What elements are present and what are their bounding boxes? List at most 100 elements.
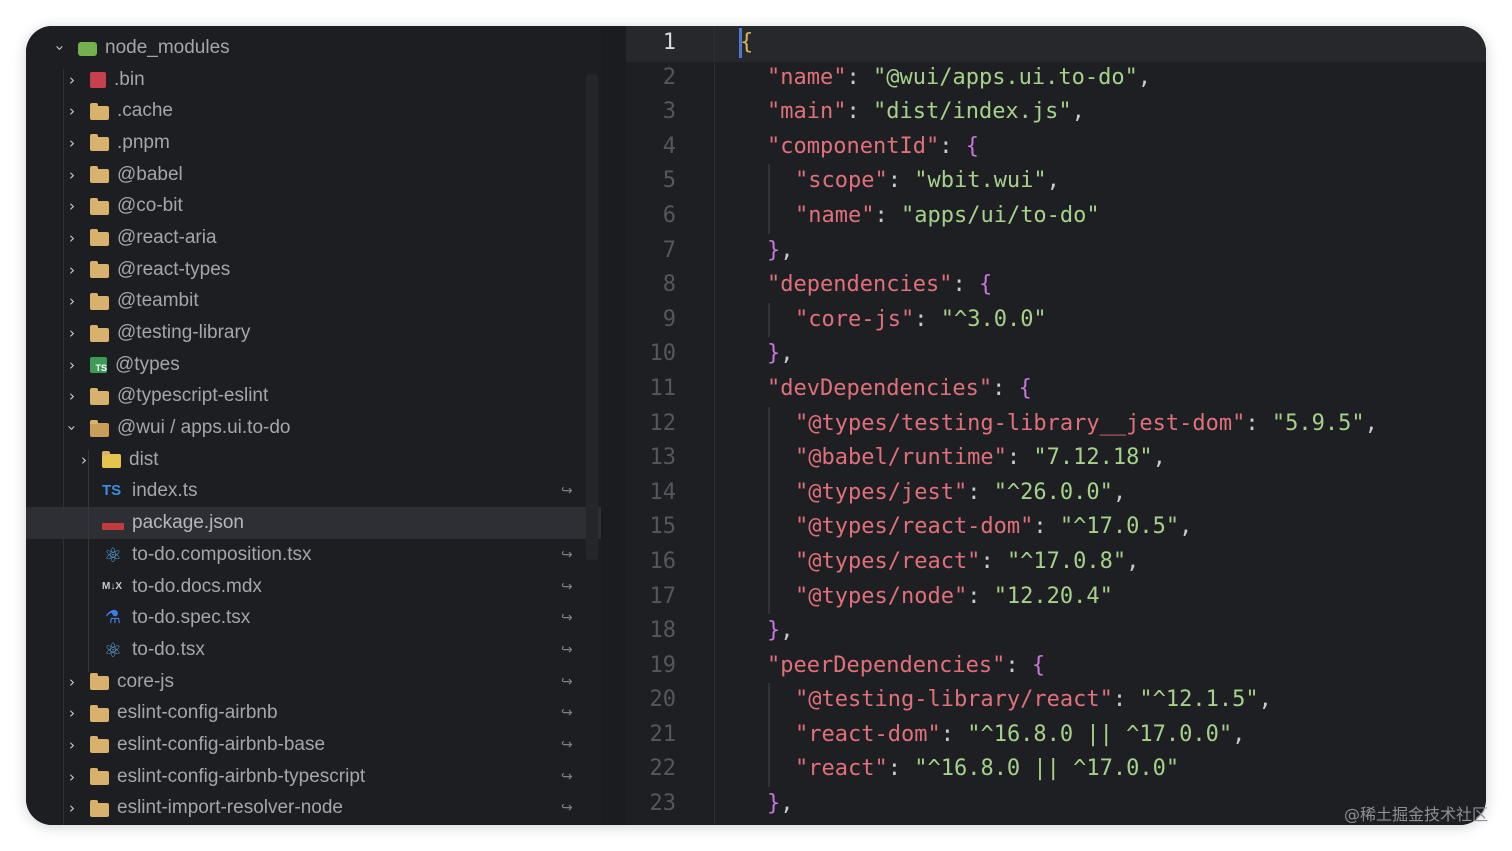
code-line[interactable]: 19 "peerDependencies": { xyxy=(626,649,1486,684)
code-line[interactable]: 12 "@types/testing-library__jest-dom": "5… xyxy=(626,406,1486,442)
tree-item[interactable]: TS index.ts ↪ xyxy=(26,476,601,508)
line-number: 3 xyxy=(662,99,676,125)
code-line[interactable]: 1{ xyxy=(626,26,1486,61)
indent-guide xyxy=(768,683,770,718)
line-number: 8 xyxy=(662,272,676,298)
npm-file-icon xyxy=(102,522,124,530)
code-line[interactable]: 7}, xyxy=(626,234,1486,269)
code-editor[interactable]: 1{2 "name": "@wui/apps.ui.to-do", 3 "main":… xyxy=(626,26,1486,825)
code-area[interactable]: 1{2 "name": "@wui/apps.ui.to-do", 3 "main":… xyxy=(626,26,1486,822)
line-number: 19 xyxy=(649,652,677,678)
code-line[interactable]: 22 "react": "^16.8.0 || ^17.0.0" xyxy=(626,752,1486,788)
explorer-scrollbar[interactable] xyxy=(586,74,598,560)
tree-item[interactable]: › dist xyxy=(26,444,601,476)
tree-item[interactable]: › node_modules xyxy=(26,32,601,64)
chevron-right-icon[interactable]: › xyxy=(64,166,80,184)
tree-item[interactable]: › eslint-config-airbnb-base ↪ xyxy=(26,729,601,761)
tree-item[interactable]: › eslint-import-resolver-node ↪ xyxy=(26,793,601,825)
tree-item[interactable]: M↓X to-do.docs.mdx ↪ xyxy=(26,571,601,603)
chevron-right-icon[interactable]: › xyxy=(64,799,80,817)
code-text: "main": "dist/index.js", xyxy=(767,95,1085,130)
code-line[interactable]: 11 "devDependencies": { xyxy=(626,372,1486,407)
code-token: : xyxy=(939,133,966,159)
code-text: "peerDependencies": { xyxy=(767,649,1045,684)
code-token: , xyxy=(780,237,794,263)
chevron-right-icon[interactable]: › xyxy=(64,324,80,342)
code-line[interactable]: 3 "main": "dist/index.js", xyxy=(626,95,1486,130)
chevron-right-icon[interactable]: › xyxy=(64,71,80,89)
explorer-divider[interactable] xyxy=(601,26,626,825)
tree-item[interactable]: › @wui / apps.ui.to-do xyxy=(26,412,601,444)
tree-item[interactable]: › @testing-library xyxy=(26,317,601,349)
chevron-right-icon[interactable]: › xyxy=(64,736,80,754)
code-line[interactable]: 2 "name": "@wui/apps.ui.to-do", xyxy=(626,61,1486,96)
code-line[interactable]: 17 "@types/node": "12.20.4" xyxy=(626,579,1486,615)
tree-item[interactable]: › @react-aria xyxy=(26,222,601,254)
code-text: "name": "@wui/apps.ui.to-do", xyxy=(767,61,1151,96)
tree-item[interactable]: › @typescript-eslint xyxy=(26,381,601,413)
chevron-right-icon[interactable]: › xyxy=(64,673,80,691)
tree-item[interactable]: package.json xyxy=(26,507,601,539)
code-line[interactable]: 18}, xyxy=(626,614,1486,649)
code-line[interactable]: 21 "react-dom": "^16.8.0 || ^17.0.0", xyxy=(626,717,1486,753)
chevron-down-icon[interactable]: › xyxy=(51,40,69,56)
chevron-right-icon[interactable]: › xyxy=(64,292,80,310)
code-line[interactable]: 20 "@testing-library/react": "^12.1.5", xyxy=(626,683,1486,718)
code-line[interactable]: 9 "core-js": "^3.0.0" xyxy=(626,302,1486,338)
typescript-file-icon: TS xyxy=(102,482,122,500)
tree-item[interactable]: › @teambit xyxy=(26,286,601,318)
code-text: "@types/node": "12.20.4" xyxy=(795,580,1113,615)
tree-item[interactable]: › eslint-config-airbnb-typescript ↪ xyxy=(26,761,601,793)
tree-item[interactable]: ⚗ to-do.spec.tsx ↪ xyxy=(26,602,601,634)
tree-item[interactable]: › TS @types xyxy=(26,349,601,381)
code-token: , xyxy=(1112,479,1127,505)
tree-item[interactable]: ⚛ to-do.tsx ↪ xyxy=(26,634,601,666)
code-line[interactable]: 8 "dependencies": { xyxy=(626,268,1486,303)
folder-icon xyxy=(90,799,109,817)
folder-icon xyxy=(90,324,109,342)
code-text: "devDependencies": { xyxy=(767,372,1032,407)
chevron-right-icon[interactable]: › xyxy=(64,197,80,215)
symlink-icon: ↪ xyxy=(561,546,573,563)
code-line[interactable]: 14 "@types/jest": "^26.0.0", xyxy=(626,475,1486,511)
chevron-right-icon[interactable]: › xyxy=(64,102,80,120)
code-token: : xyxy=(1005,652,1032,678)
code-token: { xyxy=(978,272,993,298)
chevron-right-icon[interactable]: › xyxy=(64,768,80,786)
code-text: "dependencies": { xyxy=(767,268,992,303)
react-file-icon: ⚛ xyxy=(104,542,122,567)
code-text: "@types/testing-library__jest-dom": "5.9… xyxy=(795,407,1378,442)
tree-item[interactable]: › @react-types xyxy=(26,254,601,286)
code-line[interactable]: 6 "name": "apps/ui/to-do" xyxy=(626,198,1486,234)
tree-item[interactable]: › .pnpm xyxy=(26,127,601,159)
code-token: { xyxy=(1031,652,1046,678)
chevron-right-icon[interactable]: › xyxy=(64,704,80,722)
chevron-right-icon[interactable]: › xyxy=(64,261,80,279)
chevron-down-icon[interactable]: › xyxy=(63,420,81,436)
chevron-right-icon[interactable]: › xyxy=(64,356,80,374)
code-line[interactable]: 15 "@types/react-dom": "^17.0.5", xyxy=(626,510,1486,545)
editor-window: › node_modules › .bin › .cache › .pnpm › @babel › @… xyxy=(26,26,1486,825)
tree-item-label: to-do.spec.tsx xyxy=(132,607,251,629)
code-token: : xyxy=(1245,410,1272,436)
code-line[interactable]: 13 "@babel/runtime": "7.12.18", xyxy=(626,441,1486,476)
chevron-right-icon[interactable]: › xyxy=(64,387,80,405)
code-line[interactable]: 4 "componentId": { xyxy=(626,130,1486,165)
code-token: , xyxy=(780,341,794,367)
chevron-right-icon[interactable]: › xyxy=(64,134,80,152)
chevron-right-icon[interactable]: › xyxy=(76,451,92,469)
tree-item[interactable]: › @co-bit xyxy=(26,190,601,222)
code-line[interactable]: 5 "scope": "wbit.wui", xyxy=(626,164,1486,199)
tree-item[interactable]: › @babel xyxy=(26,159,601,191)
chevron-right-icon[interactable]: › xyxy=(64,229,80,247)
code-line[interactable]: 10}, xyxy=(626,337,1486,372)
code-token: : xyxy=(874,202,901,228)
bin-folder-icon xyxy=(90,72,106,89)
tree-item[interactable]: › .bin xyxy=(26,64,601,96)
indent-guide xyxy=(768,544,770,580)
tree-item[interactable]: › core-js ↪ xyxy=(26,666,601,698)
tree-item[interactable]: › eslint-config-airbnb ↪ xyxy=(26,697,601,729)
code-line[interactable]: 16 "@types/react": "^17.0.8", xyxy=(626,544,1486,580)
tree-item[interactable]: ⚛ to-do.composition.tsx ↪ xyxy=(26,539,601,571)
tree-item[interactable]: › .cache xyxy=(26,95,601,127)
